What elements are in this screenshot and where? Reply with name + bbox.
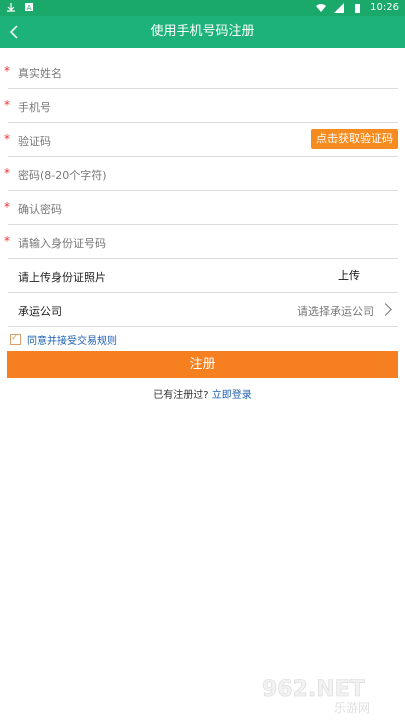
- code-field[interactable]: * 验证码 点击获取验证码: [4, 123, 398, 157]
- title-bar: 使用手机号码注册: [0, 16, 405, 48]
- svg-text:乐游网: 乐游网: [334, 701, 370, 714]
- id-photo-label: 请上传身份证照片: [18, 271, 106, 284]
- code-placeholder: 验证码: [18, 135, 51, 148]
- svg-text:962.NET: 962.NET: [262, 677, 365, 702]
- confirm-password-placeholder: 确认密码: [18, 203, 62, 216]
- carrier-row[interactable]: 承运公司 请选择承运公司: [8, 293, 398, 327]
- required-mark: *: [4, 98, 10, 112]
- status-bar: A 10:26: [0, 0, 405, 16]
- login-hint: 已有注册过? 立即登录: [0, 386, 405, 401]
- signal-icon: [334, 2, 345, 13]
- carrier-select[interactable]: 请选择承运公司: [297, 303, 374, 319]
- password-field[interactable]: * 密码(8-20个字符): [4, 157, 398, 191]
- login-prompt: 已有注册过?: [153, 390, 209, 401]
- confirm-password-field[interactable]: * 确认密码: [4, 191, 398, 225]
- register-button[interactable]: 注册: [7, 351, 398, 378]
- required-mark: *: [4, 166, 10, 180]
- required-mark: *: [4, 64, 10, 78]
- required-mark: *: [4, 234, 10, 248]
- password-placeholder: 密码(8-20个字符): [18, 169, 107, 182]
- wifi-icon: [316, 3, 327, 12]
- phone-field[interactable]: * 手机号: [4, 89, 398, 123]
- real-name-placeholder: 真实姓名: [18, 67, 62, 80]
- agree-checkbox[interactable]: [10, 333, 21, 345]
- page-title: 使用手机号码注册: [150, 24, 255, 39]
- notification-icon: A: [25, 3, 33, 12]
- watermark-logo: 962.NET 乐游网: [262, 677, 370, 714]
- get-code-button[interactable]: 点击获取验证码: [311, 129, 398, 149]
- chevron-right-icon: [379, 303, 392, 316]
- id-number-field[interactable]: * 请输入身份证号码: [4, 225, 398, 259]
- agree-label[interactable]: 同意并接受交易规则: [27, 332, 117, 347]
- required-mark: *: [4, 132, 10, 146]
- agree-row[interactable]: 同意并接受交易规则: [10, 332, 117, 347]
- battery-icon: [355, 3, 361, 13]
- real-name-field[interactable]: * 真实姓名: [4, 55, 398, 89]
- upload-button[interactable]: 上传: [338, 267, 360, 283]
- download-icon: [7, 3, 15, 12]
- phone-placeholder: 手机号: [18, 101, 51, 114]
- svg-text:A: A: [27, 4, 32, 12]
- status-left: A: [6, 2, 34, 12]
- status-right: 10:26: [316, 2, 399, 13]
- id-number-placeholder: 请输入身份证号码: [18, 237, 106, 250]
- carrier-label: 承运公司: [18, 305, 62, 318]
- required-mark: *: [4, 200, 10, 214]
- id-photo-row: 请上传身份证照片 上传: [8, 259, 398, 293]
- login-link[interactable]: 立即登录: [212, 390, 252, 401]
- status-time: 10:26: [370, 2, 399, 13]
